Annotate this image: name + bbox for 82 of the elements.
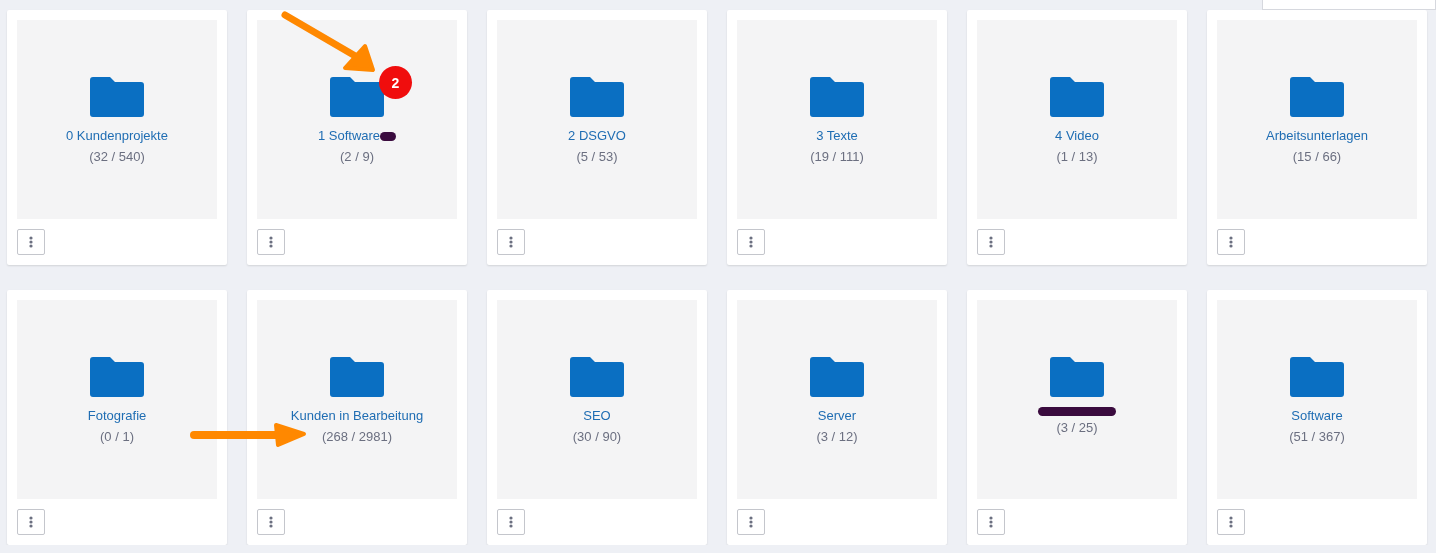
folder-name[interactable]: 0 Kundenprojekte	[66, 127, 168, 145]
folder-icon	[1290, 77, 1344, 117]
file-count: (1 / 13)	[1056, 148, 1098, 166]
folder-card[interactable]: 0 Kundenprojekte (32 / 540)	[7, 10, 227, 265]
folder-card[interactable]: 2 DSGVO (5 / 53)	[487, 10, 707, 265]
folder-name[interactable]: Software	[1291, 407, 1343, 425]
folder-icon	[570, 357, 624, 397]
folder-icon	[330, 357, 384, 397]
more-icon	[989, 236, 993, 248]
folder-icon	[1050, 357, 1104, 397]
file-count: (32 / 540)	[89, 148, 145, 166]
more-button[interactable]	[977, 229, 1005, 255]
folder-card[interactable]: (3 / 25)	[967, 290, 1187, 545]
folder-card[interactable]: Arbeitsunterlagen (15 / 66)	[1207, 10, 1427, 265]
folder-icon	[810, 357, 864, 397]
folder-name[interactable]: SEO	[583, 407, 611, 425]
more-icon	[1229, 516, 1233, 528]
folder-icon	[330, 77, 384, 117]
folder-thumbnail[interactable]: SEO (30 / 90)	[497, 300, 697, 499]
folder-card[interactable]: 4 Video (1 / 13)	[967, 10, 1187, 265]
folder-thumbnail[interactable]: 0 Kundenprojekte (32 / 540)	[17, 20, 217, 219]
folder-name[interactable]: 1 Software	[317, 127, 381, 145]
folder-icon	[90, 357, 144, 397]
file-count: (0 / 1)	[100, 428, 134, 446]
file-count: (5 / 53)	[576, 148, 618, 166]
folder-name[interactable]: Fotografie	[87, 407, 147, 425]
folder-thumbnail[interactable]: (3 / 25)	[977, 300, 1177, 499]
more-button[interactable]	[497, 509, 525, 535]
folder-card[interactable]: Software (51 / 367)	[1207, 290, 1427, 545]
more-icon	[989, 516, 993, 528]
folder-icon	[570, 77, 624, 117]
more-icon	[29, 516, 33, 528]
more-button[interactable]	[1217, 229, 1245, 255]
folder-name[interactable]: Kunden in Bearbeitung	[290, 407, 424, 425]
file-count: (268 / 2981)	[321, 428, 393, 446]
folder-icon	[1050, 77, 1104, 117]
folder-name[interactable]: 3 Texte	[816, 127, 858, 145]
folder-card[interactable]: Fotografie (0 / 1)	[7, 290, 227, 545]
file-count: (19 / 111)	[810, 148, 864, 166]
folder-thumbnail[interactable]: Arbeitsunterlagen (15 / 66)	[1217, 20, 1417, 219]
more-button[interactable]	[737, 229, 765, 255]
folder-thumbnail[interactable]: 2 DSGVO (5 / 53)	[497, 20, 697, 219]
more-icon	[269, 236, 273, 248]
folder-icon	[90, 77, 144, 117]
file-count: (3 / 25)	[1056, 419, 1098, 437]
folder-name[interactable]: 2 DSGVO	[568, 127, 626, 145]
folder-card[interactable]: SEO (30 / 90)	[487, 290, 707, 545]
more-button[interactable]	[497, 229, 525, 255]
folder-thumbnail[interactable]: Fotografie (0 / 1)	[17, 300, 217, 499]
more-button[interactable]	[17, 509, 45, 535]
more-icon	[269, 516, 273, 528]
folder-thumbnail[interactable]: Kunden in Bearbeitung (268 / 2981)	[257, 300, 457, 499]
file-count: (2 / 9)	[340, 148, 374, 166]
file-count: (3 / 12)	[816, 428, 858, 446]
more-icon	[509, 516, 513, 528]
more-button[interactable]	[257, 509, 285, 535]
more-icon	[749, 236, 753, 248]
folder-name[interactable]: 4 Video	[1055, 127, 1099, 145]
folder-name[interactable]: Arbeitsunterlagen	[1266, 127, 1368, 145]
folder-thumbnail[interactable]: 3 Texte (19 / 111)	[737, 20, 937, 219]
folder-thumbnail[interactable]: Software (51 / 367)	[1217, 300, 1417, 499]
more-button[interactable]	[17, 229, 45, 255]
more-button[interactable]	[977, 509, 1005, 535]
folder-icon	[1290, 357, 1344, 397]
folder-thumbnail[interactable]: Server (3 / 12)	[737, 300, 937, 499]
more-icon	[749, 516, 753, 528]
folder-card[interactable]: 3 Texte (19 / 111)	[727, 10, 947, 265]
more-button[interactable]	[257, 229, 285, 255]
more-button[interactable]	[1217, 509, 1245, 535]
more-icon	[509, 236, 513, 248]
more-icon	[29, 236, 33, 248]
folder-card[interactable]: Kunden in Bearbeitung (268 / 2981)	[247, 290, 467, 545]
folder-thumbnail[interactable]: 4 Video (1 / 13)	[977, 20, 1177, 219]
more-button[interactable]	[737, 509, 765, 535]
file-count: (30 / 90)	[572, 428, 622, 446]
folder-name[interactable]: Server	[817, 407, 857, 425]
file-count: (51 / 367)	[1289, 428, 1345, 446]
more-icon	[1229, 236, 1233, 248]
folder-icon	[810, 77, 864, 117]
file-count: (15 / 66)	[1292, 148, 1342, 166]
folder-card[interactable]: Server (3 / 12)	[727, 290, 947, 545]
folder-card[interactable]: 1 Software (2 / 9) 2	[247, 10, 467, 265]
